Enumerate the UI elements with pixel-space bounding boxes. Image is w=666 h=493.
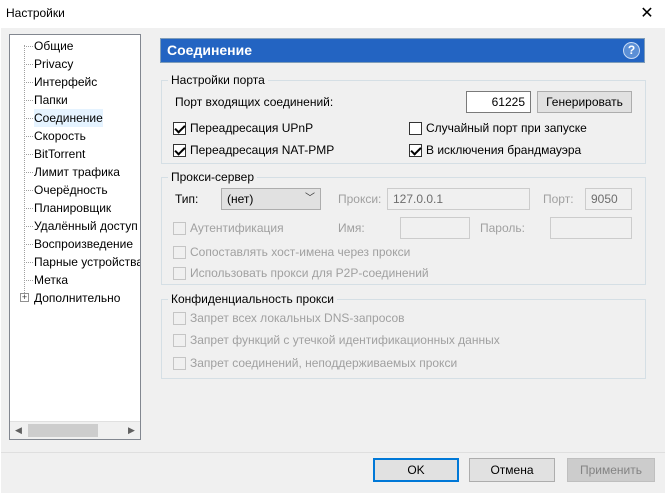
proxy-p2p-label: Использовать прокси для P2P-соединений	[190, 266, 429, 280]
proxy-auth-checkbox[interactable]	[173, 222, 186, 235]
proxy-port-label: Порт:	[543, 192, 574, 206]
title-bar: Настройки ✕	[0, 0, 666, 28]
expand-plus-icon[interactable]: +	[20, 293, 29, 302]
tree-item-remote[interactable]: Удалённый доступ	[34, 217, 138, 235]
proxy-title: Прокси-сервер	[168, 170, 257, 184]
tree-item-privacy[interactable]: Privacy	[34, 55, 73, 73]
block-dns-checkbox[interactable]	[173, 312, 186, 325]
help-icon[interactable]: ?	[623, 42, 640, 59]
tree-item-traffic-limit[interactable]: Лимит трафика	[34, 163, 120, 181]
upnp-label: Переадресация UPnP	[190, 121, 314, 135]
tree-connector	[24, 100, 33, 101]
tree-item-speed[interactable]: Скорость	[34, 127, 86, 145]
tree-item-folders[interactable]: Папки	[34, 91, 68, 109]
proxy-resolve-checkbox[interactable]	[173, 246, 186, 259]
tree-item-advanced[interactable]: Дополнительно	[34, 289, 120, 307]
tree-horizontal-scrollbar[interactable]: ◀ ▶	[10, 421, 140, 439]
tree-item-paired-devices[interactable]: Парные устройства	[34, 253, 140, 271]
window-title: Настройки	[6, 6, 65, 20]
natpmp-checkbox[interactable]	[173, 144, 186, 157]
proxy-username-input[interactable]	[400, 217, 470, 239]
proxy-username-label: Имя:	[338, 221, 365, 235]
settings-tree: Общие Privacy Интерфейс Папки Соединение…	[9, 34, 141, 440]
scroll-right-icon[interactable]: ▶	[123, 422, 140, 439]
proxy-privacy-title: Конфиденциальность прокси	[168, 292, 337, 306]
section-title: Соединение	[167, 42, 253, 58]
tree-connector	[24, 226, 33, 227]
tree-connector	[24, 190, 33, 191]
block-dns-label: Запрет всех локальных DNS-запросов	[190, 311, 405, 325]
random-port-label: Случайный порт при запуске	[426, 121, 587, 135]
proxy-host-input[interactable]: 127.0.0.1	[387, 188, 530, 210]
tree-connector	[24, 136, 33, 137]
tree-connector	[24, 154, 33, 155]
proxy-type-value: (нет)	[227, 192, 254, 206]
tree-item-interface[interactable]: Интерфейс	[34, 73, 97, 91]
proxy-p2p-checkbox[interactable]	[173, 267, 186, 280]
tree-connector	[24, 82, 33, 83]
chevron-down-icon: ﹀	[305, 193, 315, 204]
tree-connector	[24, 46, 33, 47]
apply-button[interactable]: Применить	[567, 458, 655, 482]
section-header: Соединение ?	[160, 38, 645, 63]
tree-item-bittorrent[interactable]: BitTorrent	[34, 145, 85, 163]
tree-item-queueing[interactable]: Очерёдность	[34, 181, 108, 199]
proxy-password-label: Пароль:	[480, 221, 525, 235]
proxy-password-input[interactable]	[550, 217, 632, 239]
proxy-type-label: Тип:	[175, 192, 199, 206]
block-unsupported-checkbox[interactable]	[173, 357, 186, 370]
ok-button[interactable]: OK	[373, 458, 459, 482]
block-unsupported-label: Запрет соединений, неподдерживаемых прок…	[190, 356, 458, 370]
tree-connector	[24, 172, 33, 173]
firewall-checkbox[interactable]	[409, 144, 422, 157]
natpmp-label: Переадресация NAT-PMP	[190, 143, 335, 157]
dialog-footer	[1, 453, 665, 493]
proxy-port-input[interactable]: 9050	[585, 188, 632, 210]
close-icon[interactable]: ✕	[636, 4, 658, 24]
tree-connector	[24, 64, 33, 65]
generate-port-button[interactable]: Генерировать	[537, 91, 632, 113]
tree-connector	[24, 262, 33, 263]
tree-item-connection[interactable]: Соединение	[34, 109, 103, 127]
tree-connector	[24, 118, 33, 119]
upnp-checkbox[interactable]	[173, 122, 186, 135]
tree-connector	[24, 208, 33, 209]
random-port-checkbox[interactable]	[409, 122, 422, 135]
scrollbar-thumb[interactable]	[28, 424, 98, 437]
tree-item-scheduler[interactable]: Планировщик	[34, 199, 111, 217]
tree-item-label[interactable]: Метка	[34, 271, 68, 289]
proxy-type-select[interactable]: (нет) ﹀	[221, 188, 321, 210]
port-settings-title: Настройки порта	[168, 73, 268, 87]
port-input[interactable]: 61225	[466, 91, 531, 113]
tree-connector	[24, 280, 33, 281]
tree-item-general[interactable]: Общие	[34, 37, 73, 55]
block-leak-label: Запрет функций с утечкой идентификационн…	[190, 333, 500, 347]
firewall-label: В исключения брандмауэра	[426, 143, 582, 157]
proxy-host-label: Прокси:	[338, 192, 382, 206]
tree-item-playback[interactable]: Воспроизведение	[34, 235, 133, 253]
incoming-port-label: Порт входящих соединений:	[175, 95, 334, 109]
scroll-left-icon[interactable]: ◀	[10, 422, 27, 439]
tree-connector	[24, 244, 33, 245]
cancel-button[interactable]: Отмена	[469, 458, 555, 482]
proxy-resolve-label: Сопоставлять хост-имена через прокси	[190, 245, 411, 259]
block-leak-checkbox[interactable]	[173, 334, 186, 347]
proxy-auth-label: Аутентификация	[190, 221, 284, 235]
